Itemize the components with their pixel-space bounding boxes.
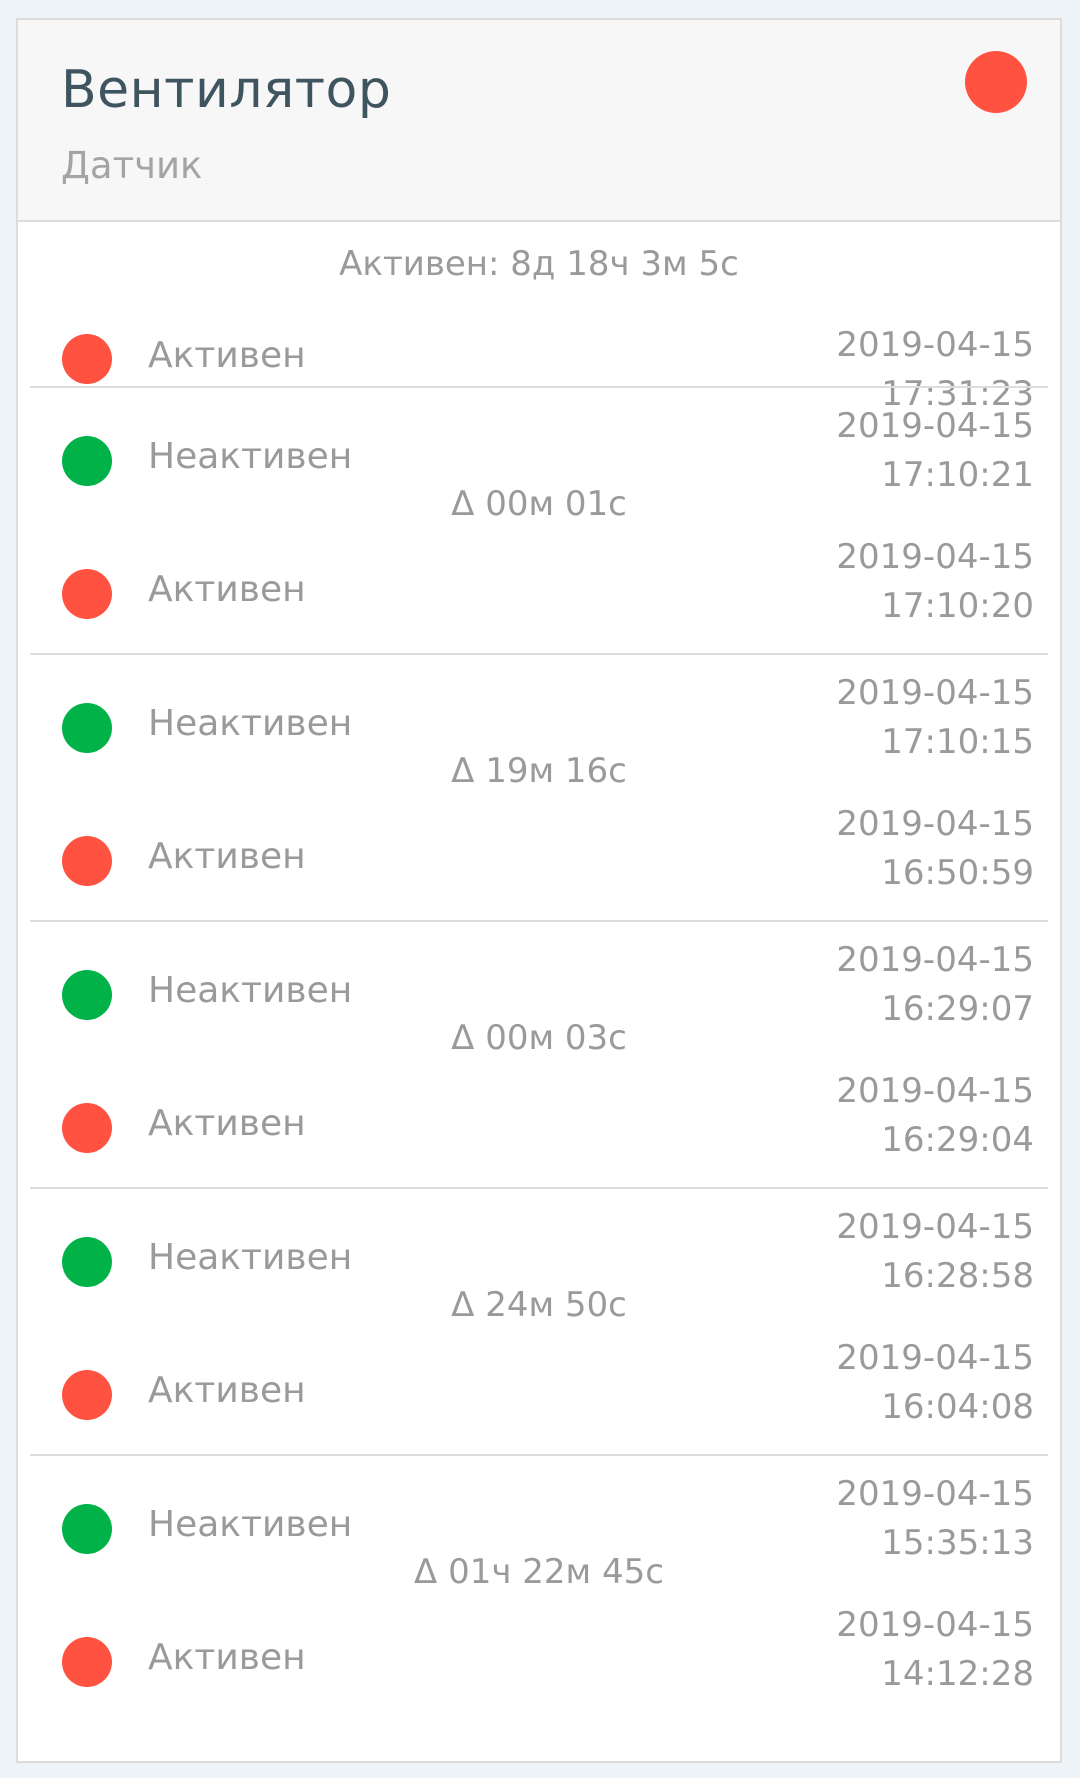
- timestamp-date: 2019-04-15: [836, 1605, 1034, 1645]
- active-status-dot-icon: [62, 836, 112, 886]
- state-label: Неактивен: [148, 436, 353, 477]
- inactive-status-dot-icon: [62, 1504, 112, 1554]
- history-entry: Неактивен 2019-04-15 16:28:58: [18, 1189, 1060, 1296]
- timestamp-date: 2019-04-15: [836, 406, 1034, 446]
- state-label: Активен: [148, 335, 306, 376]
- duration-delta: Δ 01ч 22м 45с: [414, 1552, 664, 1592]
- timestamp-date: 2019-04-15: [836, 804, 1034, 844]
- timestamp-date: 2019-04-15: [836, 1071, 1034, 1111]
- state-label: Неактивен: [148, 1237, 353, 1278]
- history-entry: Активен 2019-04-15 16:50:59: [18, 788, 1060, 893]
- inactive-status-dot-icon: [62, 1237, 112, 1287]
- history-entry: Неактивен 2019-04-15 17:10:21: [18, 388, 1060, 495]
- sensor-card: Вентилятор Датчик Активен: 8д 18ч 3м 5с …: [16, 18, 1062, 1763]
- history-entry: Активен 2019-04-15 14:12:28: [18, 1589, 1060, 1694]
- timestamp-time: 14:12:28: [881, 1654, 1034, 1694]
- inactive-status-dot-icon: [62, 970, 112, 1020]
- state-label: Активен: [148, 569, 306, 610]
- timestamp-time: 16:50:59: [881, 853, 1034, 893]
- device-type-label: Датчик: [61, 144, 203, 187]
- active-status-dot-icon: [62, 569, 112, 619]
- history-pair: Неактивен 2019-04-15 16:29:07 Δ 00м 03с …: [18, 922, 1060, 1189]
- inactive-status-dot-icon: [62, 436, 112, 486]
- history-list: Активен: 8д 18ч 3м 5с Активен 2019-04-15…: [18, 222, 1060, 1694]
- timestamp: 2019-04-15 14:12:28: [836, 1601, 1034, 1699]
- history-pair: Неактивен 2019-04-15 15:35:13 Δ 01ч 22м …: [18, 1456, 1060, 1723]
- history-entry: Активен 2019-04-15 17:10:20: [18, 521, 1060, 626]
- state-label: Активен: [148, 1370, 306, 1411]
- active-status-dot-icon: [62, 1103, 112, 1153]
- active-status-dot-icon: [62, 334, 112, 384]
- timestamp-date: 2019-04-15: [836, 325, 1034, 365]
- state-label: Активен: [148, 1637, 306, 1678]
- card-header: Вентилятор Датчик: [18, 20, 1060, 222]
- history-entry: Неактивен 2019-04-15 16:29:07: [18, 922, 1060, 1029]
- device-title: Вентилятор: [61, 60, 392, 120]
- duration-delta: Δ 19м 16с: [451, 751, 627, 791]
- history-entry: Неактивен 2019-04-15 17:10:15: [18, 655, 1060, 762]
- timestamp-date: 2019-04-15: [836, 1338, 1034, 1378]
- timestamp: 2019-04-15 16:29:04: [836, 1067, 1034, 1165]
- history-entry: Активен 2019-04-15 16:29:04: [18, 1055, 1060, 1160]
- history-pair: Неактивен 2019-04-15 17:10:21 Δ 00м 01с …: [18, 388, 1060, 655]
- history-entry: Неактивен 2019-04-15 15:35:13: [18, 1456, 1060, 1563]
- duration-delta: Δ 24м 50с: [451, 1285, 627, 1325]
- active-status-dot-icon: [62, 1637, 112, 1687]
- timestamp-date: 2019-04-15: [836, 1207, 1034, 1247]
- state-label: Активен: [148, 836, 306, 877]
- timestamp-time: 16:04:08: [881, 1387, 1034, 1427]
- status-indicator-icon: [965, 51, 1027, 113]
- timestamp-date: 2019-04-15: [836, 1474, 1034, 1514]
- state-label: Неактивен: [148, 1504, 353, 1545]
- state-label: Неактивен: [148, 703, 353, 744]
- timestamp-date: 2019-04-15: [836, 673, 1034, 713]
- inactive-status-dot-icon: [62, 703, 112, 753]
- state-label: Активен: [148, 1103, 306, 1144]
- timestamp: 2019-04-15 17:10:20: [836, 533, 1034, 631]
- current-duration: Активен: 8д 18ч 3м 5с: [339, 244, 739, 284]
- active-status-dot-icon: [62, 1370, 112, 1420]
- timestamp-time: 16:29:04: [881, 1120, 1034, 1160]
- timestamp: 2019-04-15 16:50:59: [836, 800, 1034, 898]
- history-entry: Активен 2019-04-15 16:04:08: [18, 1322, 1060, 1427]
- timestamp-date: 2019-04-15: [836, 537, 1034, 577]
- state-label: Неактивен: [148, 970, 353, 1011]
- history-pair: Неактивен 2019-04-15 16:28:58 Δ 24м 50с …: [18, 1189, 1060, 1456]
- duration-delta: Δ 00м 01с: [451, 484, 627, 524]
- timestamp-date: 2019-04-15: [836, 940, 1034, 980]
- duration-delta: Δ 00м 03с: [451, 1018, 627, 1058]
- timestamp: 2019-04-15 16:04:08: [836, 1334, 1034, 1432]
- timestamp-time: 17:10:20: [881, 586, 1034, 626]
- history-pair: Неактивен 2019-04-15 17:10:15 Δ 19м 16с …: [18, 655, 1060, 922]
